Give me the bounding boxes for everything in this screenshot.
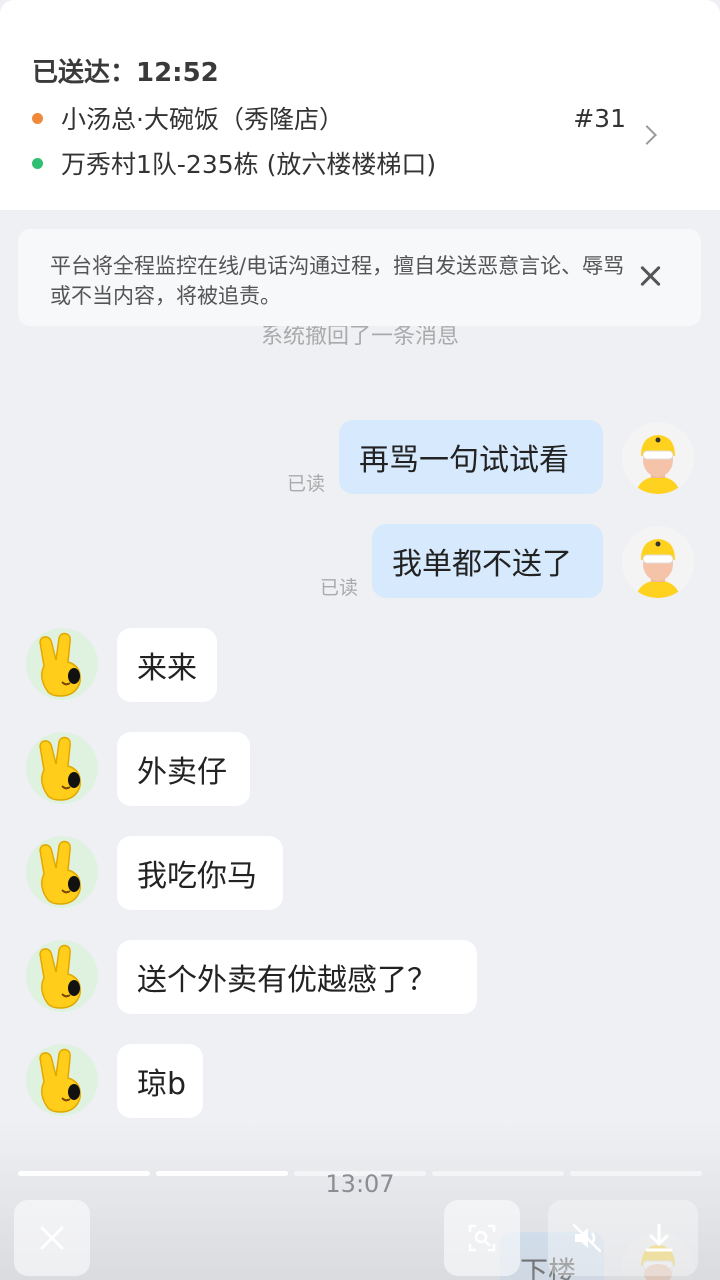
message-bubble-outgoing[interactable]: 再骂一句试试看 (339, 420, 603, 494)
destination-address: 万秀村1队-235栋 (放六楼楼梯口) (61, 150, 437, 179)
customer-avatar[interactable] (26, 732, 98, 804)
order-number: #31 (573, 104, 626, 133)
playback-time: 13:07 (325, 1170, 395, 1198)
message-bubble-incoming[interactable]: 送个外卖有优越感了？ (117, 940, 477, 1014)
message-bubble-outgoing[interactable]: 我单都不送了 (372, 524, 603, 598)
hand-mascot-icon (39, 632, 81, 697)
order-card[interactable]: 已送达：12:52 小汤总·大碗饭（秀隆店） #31 万秀村1队-235栋 (放… (0, 0, 720, 210)
notice-banner: 平台将全程监控在线/电话沟通过程，擅自发送恶意言论、辱骂或不当内容，将被追责。 (18, 229, 701, 326)
notice-text: 平台将全程监控在线/电话沟通过程，擅自发送恶意言论、辱骂或不当内容，将被追责。 (50, 254, 625, 308)
read-receipt: 已读 (287, 473, 326, 495)
download-icon[interactable] (642, 1221, 676, 1255)
close-icon (40, 1226, 64, 1250)
destination-row: 万秀村1队-235栋 (放六楼楼梯口) (32, 145, 436, 181)
speaker-muted-icon[interactable] (570, 1221, 604, 1255)
chevron-right-icon[interactable] (637, 125, 657, 145)
rider-avatar[interactable] (622, 526, 694, 598)
hand-mascot-icon (39, 944, 81, 1009)
rider-avatar[interactable] (622, 422, 694, 494)
media-controls (548, 1200, 698, 1276)
shop-name: 小汤总·大碗饭（秀隆店） (61, 105, 344, 134)
customer-avatar[interactable] (26, 628, 98, 700)
delivery-status: 已送达：12:52 (32, 58, 219, 88)
close-icon[interactable] (639, 265, 661, 287)
customer-avatar[interactable] (26, 1044, 98, 1116)
customer-avatar[interactable] (26, 836, 98, 908)
scan-icon (468, 1224, 496, 1252)
hand-mascot-icon (39, 1048, 81, 1113)
close-button[interactable] (14, 1200, 90, 1276)
scan-button[interactable] (444, 1200, 520, 1276)
rider-avatar-icon (636, 435, 680, 494)
read-receipt: 已读 (320, 577, 359, 599)
message-bubble-incoming[interactable]: 我吃你马 (117, 836, 283, 910)
hand-mascot-icon (39, 840, 81, 905)
message-bubble-incoming[interactable]: 来来 (117, 628, 217, 702)
message-bubble-incoming[interactable]: 琼b (117, 1044, 203, 1118)
customer-avatar[interactable] (26, 940, 98, 1012)
shop-dot (32, 112, 43, 124)
shop-row: 小汤总·大碗饭（秀隆店） (32, 100, 344, 136)
message-bubble-incoming[interactable]: 外卖仔 (117, 732, 250, 806)
hand-mascot-icon (39, 736, 81, 801)
destination-dot (32, 157, 43, 169)
rider-avatar-icon (636, 539, 680, 598)
